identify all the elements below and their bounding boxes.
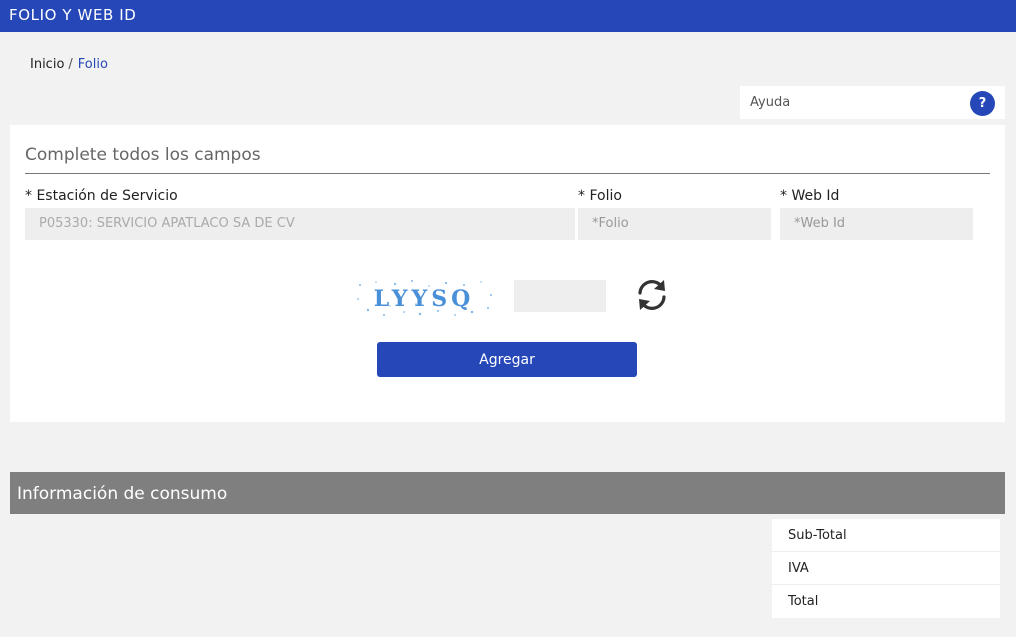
help-panel[interactable]: Ayuda ?: [740, 86, 1005, 119]
breadcrumb-current: Folio: [77, 57, 108, 72]
folio-input[interactable]: [578, 208, 771, 240]
top-header: FOLIO Y WEB ID: [0, 0, 1016, 32]
page-title: FOLIO Y WEB ID: [9, 6, 137, 24]
breadcrumb-home-link[interactable]: Inicio: [30, 57, 64, 72]
subtotal-row: Sub-Total: [772, 519, 1000, 552]
totals-table: Sub-Total IVA Total: [772, 519, 1000, 618]
estacion-field[interactable]: P05330: SERVICIO APATLACO SA DE CV: [25, 208, 575, 240]
captcha-image: LYYSQ: [354, 277, 494, 319]
help-icon[interactable]: ?: [970, 91, 995, 116]
webid-label: * Web Id: [780, 188, 840, 204]
breadcrumb-separator: /: [68, 57, 73, 72]
consumo-title: Información de consumo: [17, 484, 228, 504]
breadcrumb: Inicio / Folio: [30, 57, 108, 72]
agregar-button[interactable]: Agregar: [377, 342, 637, 377]
folio-label: * Folio: [578, 188, 622, 204]
folio-form-card: Complete todos los campos * Estación de …: [10, 125, 1005, 422]
help-label: Ayuda: [750, 95, 791, 110]
captcha-text: LYYSQ: [374, 286, 475, 312]
refresh-icon[interactable]: [633, 276, 671, 314]
captcha-input[interactable]: [514, 280, 606, 312]
iva-row: IVA: [772, 552, 1000, 585]
total-row: Total: [788, 594, 819, 609]
form-divider: [25, 173, 990, 174]
consumo-section-header: Información de consumo: [10, 472, 1005, 514]
form-heading: Complete todos los campos: [25, 145, 261, 165]
webid-input[interactable]: [780, 208, 973, 240]
estacion-label: * Estación de Servicio: [25, 188, 178, 204]
